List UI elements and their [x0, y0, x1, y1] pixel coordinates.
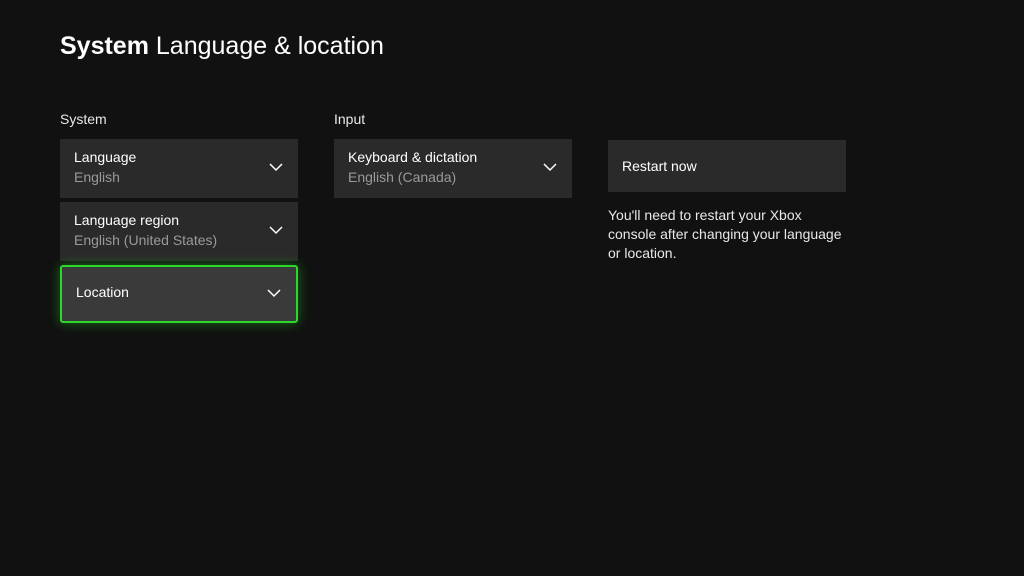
language-dropdown[interactable]: Language English [60, 139, 298, 198]
chevron-down-icon [268, 159, 284, 177]
restart-now-label: Restart now [622, 158, 832, 174]
restart-now-button[interactable]: Restart now [608, 140, 846, 192]
chevron-down-icon [266, 285, 282, 303]
page-title-page: Language & location [156, 32, 384, 60]
language-region-value: English (United States) [74, 231, 284, 251]
spacer [608, 111, 846, 140]
input-heading: Input [334, 111, 572, 127]
system-column: System Language English Language region … [60, 111, 298, 327]
location-label: Location [76, 283, 282, 301]
input-column: Input Keyboard & dictation English (Cana… [334, 111, 572, 327]
page-header: System Language & location [0, 0, 1024, 61]
location-dropdown[interactable]: Location [60, 265, 298, 323]
keyboard-dropdown[interactable]: Keyboard & dictation English (Canada) [334, 139, 572, 198]
language-region-dropdown[interactable]: Language region English (United States) [60, 202, 298, 261]
page-title: System Language & location [60, 32, 1024, 61]
language-label: Language [74, 148, 284, 166]
content-area: System Language English Language region … [0, 61, 1024, 327]
system-heading: System [60, 111, 298, 127]
keyboard-value: English (Canada) [348, 168, 558, 188]
keyboard-label: Keyboard & dictation [348, 148, 558, 166]
chevron-down-icon [268, 222, 284, 240]
language-region-label: Language region [74, 211, 284, 229]
chevron-down-icon [542, 159, 558, 177]
page-title-category: System [60, 32, 149, 60]
language-value: English [74, 168, 284, 188]
restart-column: Restart now You'll need to restart your … [608, 111, 846, 327]
restart-info-text: You'll need to restart your Xbox console… [608, 206, 846, 263]
